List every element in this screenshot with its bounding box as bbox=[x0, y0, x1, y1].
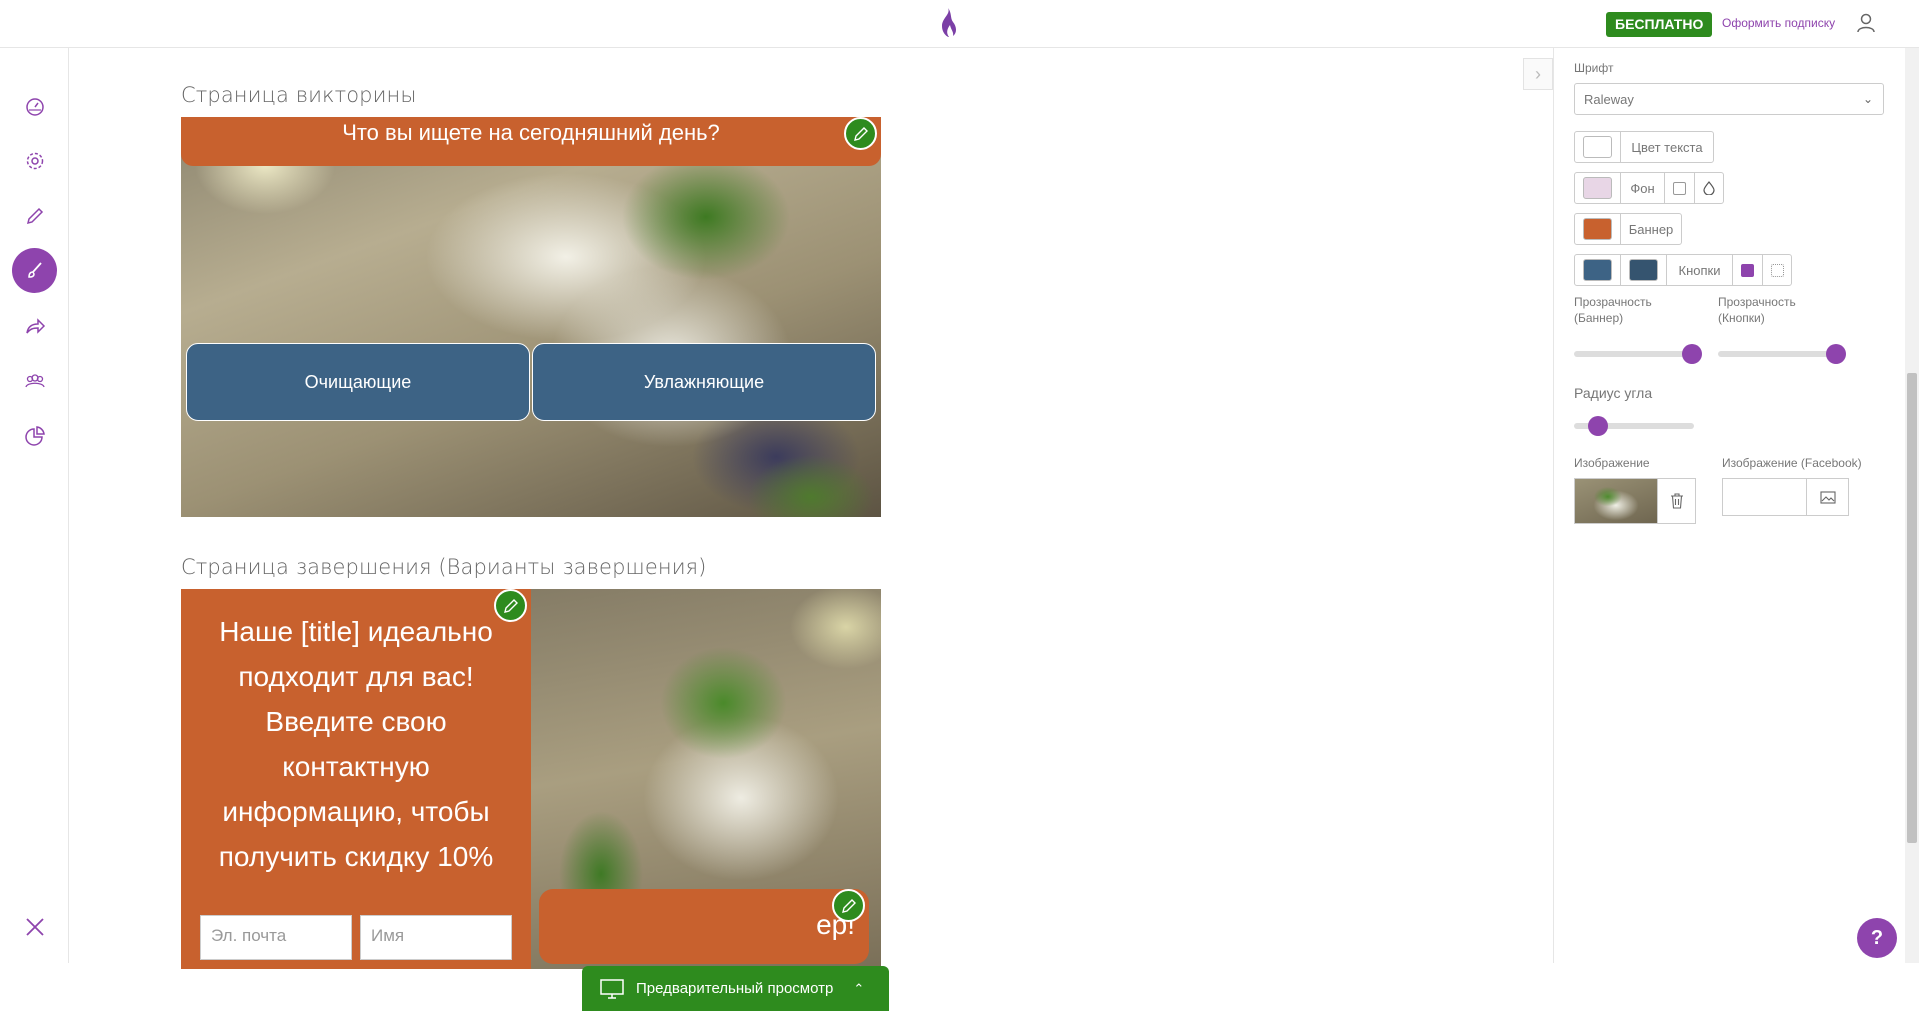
banner-opacity-slider[interactable] bbox=[1574, 351, 1694, 357]
font-label: Шрифт bbox=[1574, 61, 1614, 75]
button-swatch[interactable] bbox=[1583, 259, 1612, 281]
sidebar-item-share[interactable] bbox=[12, 303, 57, 348]
gear-icon bbox=[26, 152, 43, 169]
chevron-up-icon: ⌃ bbox=[853, 980, 865, 996]
subscribe-link[interactable]: Оформить подписку bbox=[1722, 16, 1835, 30]
background-label: Фон bbox=[1621, 173, 1665, 203]
sidebar-item-settings[interactable] bbox=[12, 138, 57, 183]
background-checkbox-cell[interactable] bbox=[1665, 173, 1695, 203]
share-icon bbox=[25, 317, 45, 334]
users-icon bbox=[24, 373, 45, 387]
trash-icon bbox=[1670, 493, 1683, 509]
answer-button-2[interactable]: Увлажняющие bbox=[532, 343, 876, 421]
scrollbar-thumb[interactable] bbox=[1907, 373, 1917, 843]
image-label: Изображение bbox=[1574, 456, 1650, 470]
quiz-question-banner[interactable]: Что вы ищете на сегодняшний день? bbox=[181, 117, 881, 166]
sidebar-item-analytics[interactable] bbox=[12, 413, 57, 458]
end-page-preview[interactable]: Наше [title] идеально подходит для вас! … bbox=[181, 589, 881, 969]
button-border-swatch[interactable] bbox=[1629, 259, 1658, 281]
text-color-swatch-cell[interactable] bbox=[1575, 132, 1621, 162]
dotted-square-icon bbox=[1770, 263, 1784, 277]
buttons-checkbox-cell[interactable] bbox=[1733, 255, 1763, 285]
buttons-label: Кнопки bbox=[1667, 255, 1733, 285]
banner-color-row: Баннер bbox=[1574, 213, 1682, 245]
banner-label: Баннер bbox=[1628, 221, 1674, 237]
background-swatch-cell[interactable] bbox=[1575, 173, 1621, 203]
pencil-icon bbox=[26, 207, 43, 224]
design-panel: Шрифт Raleway ⌄ Цвет текста Фон Баннер К… bbox=[1553, 48, 1905, 963]
edit-quiz-banner-button[interactable] bbox=[844, 117, 877, 150]
end-page-title: Страница завершения (Варианты завершения… bbox=[181, 555, 707, 579]
sidebar-item-design[interactable] bbox=[12, 248, 57, 293]
banner-opacity-label: Прозрачность (Баннер) bbox=[1574, 295, 1652, 325]
buttons-style-cell[interactable] bbox=[1763, 255, 1791, 285]
close-icon[interactable] bbox=[24, 916, 46, 938]
quiz-page-title: Страница викторины bbox=[181, 83, 417, 107]
background-swatch[interactable] bbox=[1583, 177, 1612, 199]
button-swatch-cell[interactable] bbox=[1575, 255, 1621, 285]
monitor-icon bbox=[600, 978, 624, 999]
page-scrollbar[interactable] bbox=[1905, 48, 1919, 963]
edit-end-text-button[interactable] bbox=[494, 589, 527, 622]
background-row: Фон bbox=[1574, 172, 1724, 204]
chevron-right-icon: › bbox=[1535, 63, 1541, 84]
banner-opacity-thumb[interactable] bbox=[1681, 344, 1702, 364]
corner-radius-label: Радиус угла bbox=[1574, 385, 1653, 401]
image-thumbnail[interactable] bbox=[1574, 478, 1658, 524]
question-icon: ? bbox=[1870, 926, 1884, 949]
drop-icon bbox=[1703, 181, 1715, 195]
facebook-image-label: Изображение (Facebook) bbox=[1722, 456, 1862, 470]
logo-flame-icon[interactable] bbox=[933, 6, 961, 40]
banner-swatch[interactable] bbox=[1583, 218, 1612, 240]
quiz-page-preview[interactable]: Что вы ищете на сегодняшний день? Очищаю… bbox=[181, 117, 881, 517]
top-bar: БЕСПЛАТНО Оформить подписку bbox=[0, 0, 1919, 48]
banner-swatch-cell[interactable] bbox=[1575, 214, 1621, 244]
end-message: Наше [title] идеально подходит для вас! … bbox=[218, 616, 494, 872]
buttons-color-row: Кнопки bbox=[1574, 254, 1792, 286]
edit-end-banner-button[interactable] bbox=[832, 889, 865, 922]
main-canvas: Страница викторины Что вы ищете на сегод… bbox=[70, 48, 1553, 1011]
sidebar-item-dashboard[interactable] bbox=[12, 83, 57, 128]
left-sidebar bbox=[0, 48, 69, 963]
facebook-image-input[interactable] bbox=[1722, 478, 1807, 516]
pencil-icon bbox=[841, 898, 856, 913]
buttons-checkbox[interactable] bbox=[1741, 263, 1754, 277]
button-swatch2-cell[interactable] bbox=[1621, 255, 1667, 285]
pie-chart-icon bbox=[24, 425, 45, 446]
font-select-value: Raleway bbox=[1584, 92, 1634, 107]
quiz-background-image bbox=[181, 117, 881, 517]
pencil-icon bbox=[503, 598, 518, 613]
sidebar-item-users[interactable] bbox=[12, 358, 57, 403]
end-banner[interactable]: ер! bbox=[539, 889, 869, 964]
delete-image-button[interactable] bbox=[1658, 478, 1696, 524]
facebook-image-button[interactable] bbox=[1807, 478, 1849, 516]
font-select[interactable]: Raleway ⌄ bbox=[1574, 83, 1884, 115]
text-color-label: Цвет текста bbox=[1631, 139, 1703, 155]
collapse-panel-button[interactable]: › bbox=[1523, 58, 1553, 90]
end-text-panel[interactable]: Наше [title] идеально подходит для вас! … bbox=[181, 589, 531, 969]
buttons-opacity-slider[interactable] bbox=[1718, 351, 1838, 357]
preview-button[interactable]: Предварительный просмотр ⌃ bbox=[582, 966, 889, 1011]
answer-button-1[interactable]: Очищающие bbox=[186, 343, 530, 421]
free-plan-badge: БЕСПЛАТНО bbox=[1606, 12, 1713, 37]
text-color-swatch[interactable] bbox=[1583, 136, 1612, 158]
user-icon[interactable] bbox=[1855, 12, 1877, 34]
email-field[interactable]: Эл. почта bbox=[200, 915, 352, 960]
chevron-down-icon: ⌄ bbox=[1862, 92, 1873, 106]
buttons-opacity-label: Прозрачность (Кнопки) bbox=[1718, 295, 1796, 325]
name-field[interactable]: Имя bbox=[360, 915, 512, 960]
buttons-opacity-thumb[interactable] bbox=[1825, 344, 1846, 364]
dashboard-icon bbox=[25, 97, 44, 116]
sidebar-item-edit[interactable] bbox=[12, 193, 57, 238]
image-icon bbox=[1819, 490, 1836, 504]
background-drop-cell[interactable] bbox=[1695, 173, 1723, 203]
brush-icon bbox=[27, 261, 42, 278]
background-checkbox[interactable] bbox=[1673, 181, 1686, 195]
text-color-row: Цвет текста bbox=[1574, 131, 1714, 163]
pencil-icon bbox=[853, 126, 868, 141]
corner-radius-thumb[interactable] bbox=[1588, 416, 1608, 436]
preview-label: Предварительный просмотр bbox=[636, 980, 834, 997]
help-button[interactable]: ? bbox=[1857, 918, 1897, 958]
